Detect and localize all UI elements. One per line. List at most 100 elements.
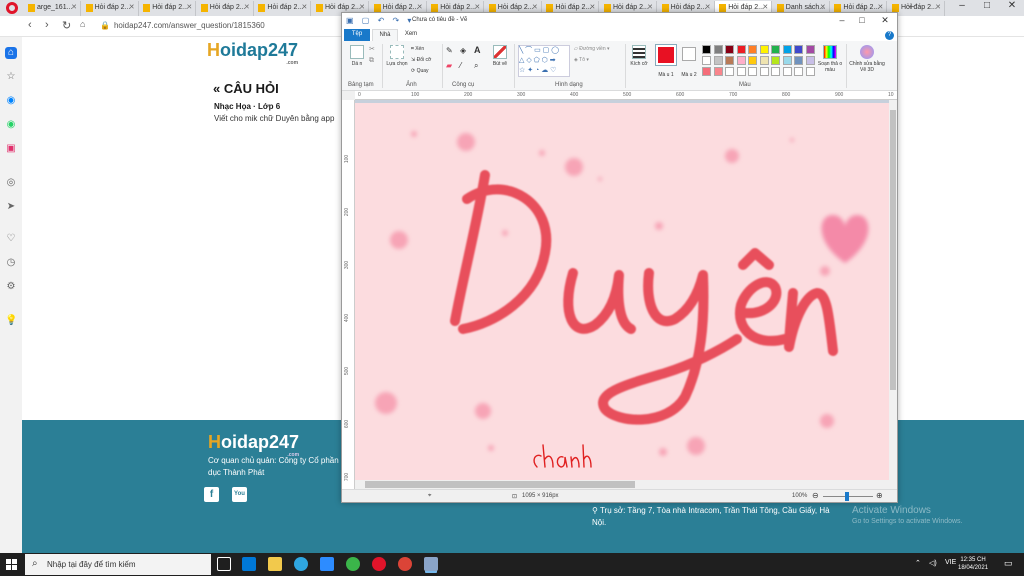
paste-button[interactable]: Dá n — [347, 45, 367, 67]
browser-tab[interactable]: Hỏi đáp 2... ✕ — [254, 1, 312, 16]
palette-swatch[interactable] — [782, 67, 792, 76]
paint-close-icon[interactable]: ✕ — [875, 15, 895, 26]
file-explorer-icon[interactable] — [268, 557, 282, 571]
chrome-icon[interactable] — [398, 557, 412, 571]
rotate-button[interactable]: ⟳ Quay — [411, 68, 429, 74]
green-app-icon[interactable] — [346, 557, 360, 571]
palette-swatch[interactable] — [748, 56, 757, 65]
zoom-out-icon[interactable]: ⊖ — [812, 491, 819, 500]
palette-swatch[interactable] — [771, 56, 780, 65]
tab-close-icon[interactable]: ✕ — [878, 3, 884, 11]
back-icon[interactable]: ‹ — [28, 19, 32, 31]
palette-swatch[interactable] — [725, 67, 734, 76]
palette-swatch[interactable] — [782, 45, 792, 54]
paint-maximize-icon[interactable]: □ — [852, 15, 872, 25]
zoom-in-icon[interactable]: ⊕ — [876, 491, 883, 500]
palette-swatch[interactable] — [725, 45, 734, 54]
help-icon[interactable]: ? — [885, 31, 894, 40]
tab-view[interactable]: Xem — [398, 29, 424, 41]
palette-swatch[interactable] — [713, 45, 723, 54]
facebook-icon[interactable]: f — [204, 487, 219, 502]
palette-swatch[interactable] — [759, 56, 769, 65]
tab-close-icon[interactable]: ✕ — [705, 3, 711, 11]
palette-swatch[interactable] — [805, 67, 815, 76]
quick-access-toolbar[interactable]: ▣ ▢ ↶ ↷ ▾ — [346, 16, 414, 25]
select-button[interactable]: Lựa chọn — [386, 45, 408, 67]
zoom-slider-thumb[interactable] — [845, 492, 849, 501]
palette-swatch[interactable] — [736, 56, 746, 65]
send-icon[interactable]: ➤ — [5, 201, 17, 213]
palette-swatch[interactable] — [794, 45, 803, 54]
browser-tab[interactable]: arge_161... ✕ — [24, 1, 81, 16]
fill-button[interactable]: ◈ Tô ▾ — [574, 57, 589, 63]
palette-swatch[interactable] — [771, 45, 780, 54]
taskbar-search[interactable]: ⌕ Nhập tại đây để tìm kiếm — [25, 554, 211, 575]
opera-logo-icon[interactable] — [6, 2, 18, 14]
drawing-canvas[interactable] — [355, 103, 889, 480]
tab-close-icon[interactable]: ✕ — [532, 3, 538, 11]
cut-icon[interactable]: ✂ — [369, 45, 375, 53]
edge-icon[interactable] — [294, 557, 308, 571]
palette-swatch[interactable] — [759, 67, 769, 76]
home-icon[interactable]: ⌂ — [80, 19, 85, 29]
instagram-icon[interactable]: ▣ — [5, 143, 17, 155]
tab-close-icon[interactable]: ✕ — [647, 3, 653, 11]
volume-icon[interactable]: ◁) — [929, 559, 937, 567]
footer-logo[interactable]: Hoidap247 .com — [208, 432, 299, 458]
palette-swatch[interactable] — [702, 45, 711, 54]
new-tab-button[interactable]: + — [908, 1, 914, 13]
reload-icon[interactable]: ↻ — [62, 19, 71, 32]
opera-taskbar-icon[interactable] — [372, 557, 386, 571]
palette-swatch[interactable] — [725, 56, 734, 65]
browser-tab[interactable]: Hỏi đáp 2... ✕ — [139, 1, 197, 16]
size-button[interactable]: Kích cỡ — [629, 45, 649, 67]
tab-close-icon[interactable]: ✕ — [820, 3, 826, 11]
palette-swatch[interactable] — [736, 67, 746, 76]
palette-swatch[interactable] — [794, 67, 803, 76]
vscroll-thumb[interactable] — [890, 110, 896, 390]
zoom-app-icon[interactable] — [320, 557, 334, 571]
hscroll-thumb[interactable] — [365, 481, 635, 488]
palette-swatch[interactable] — [736, 45, 746, 54]
subject-grade[interactable]: Nhạc Họa · Lớp 6 — [214, 102, 280, 111]
fill-bucket-icon[interactable]: ◈ — [460, 46, 466, 55]
eraser-icon[interactable]: ▰ — [446, 61, 452, 70]
palette-swatch[interactable] — [805, 45, 815, 54]
color2-swatch[interactable] — [682, 47, 696, 61]
close-icon[interactable]: ✕ — [1000, 0, 1024, 11]
palette-swatch[interactable] — [713, 56, 723, 65]
palette-swatch[interactable] — [713, 67, 723, 76]
magnifier-icon[interactable]: ⌕ — [474, 61, 478, 71]
notifications-icon[interactable]: ▭ — [1004, 558, 1013, 569]
palette-swatch[interactable] — [748, 67, 757, 76]
pencil-icon[interactable]: ✎ — [446, 46, 453, 55]
minimize-icon[interactable]: – — [950, 0, 974, 11]
paint-taskbar-icon[interactable] — [424, 557, 438, 571]
tab-close-icon[interactable]: ✕ — [129, 3, 135, 11]
tray-chevron-icon[interactable]: ⌃ — [915, 559, 921, 567]
vertical-scrollbar[interactable] — [889, 100, 897, 489]
paint3d-button[interactable]: Chỉnh sửa bằng Vẽ 3D — [849, 45, 885, 73]
outline-button[interactable]: ▱ Đường viền ▾ — [574, 46, 610, 52]
browser-tab[interactable]: Hỏi đáp 2... ✕ — [82, 1, 139, 16]
settings-icon[interactable]: ⚙ — [5, 281, 17, 293]
heart-icon[interactable]: ♡ — [5, 233, 17, 245]
windows-start-icon[interactable] — [6, 559, 17, 570]
palette-swatch[interactable] — [771, 67, 780, 76]
star-icon[interactable]: ☆ — [5, 71, 17, 83]
messenger-icon[interactable]: ◉ — [5, 95, 17, 107]
vpn-icon[interactable]: ◎ — [5, 177, 17, 189]
tab-close-icon[interactable]: ✕ — [359, 3, 365, 11]
home-speed-dial-icon[interactable]: ⌂ — [5, 47, 17, 59]
resize-button[interactable]: ⇲ Đổi cỡ — [411, 57, 431, 63]
palette-swatch[interactable] — [794, 56, 803, 65]
task-view-icon[interactable] — [217, 557, 231, 571]
tab-close-icon[interactable]: ✕ — [71, 3, 77, 11]
palette-swatch[interactable] — [702, 56, 711, 65]
tab-close-icon[interactable]: ✕ — [762, 3, 768, 11]
edit-colors-button[interactable]: Soạn thả o màu — [817, 45, 843, 73]
tab-close-icon[interactable]: ✕ — [186, 3, 192, 11]
crop-button[interactable]: ⌗ Xén — [411, 46, 424, 52]
color1-swatch[interactable] — [655, 44, 677, 66]
whatsapp-icon[interactable]: ◉ — [5, 119, 17, 131]
